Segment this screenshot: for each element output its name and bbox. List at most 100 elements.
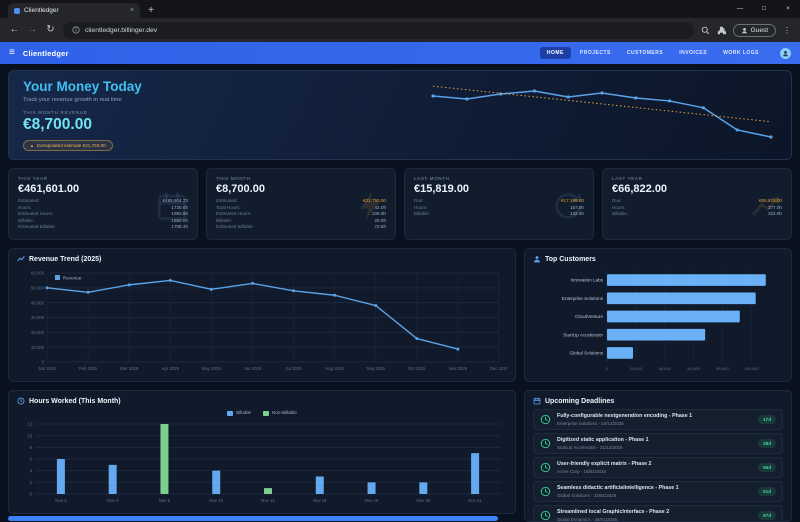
site-info-icon[interactable] — [72, 26, 80, 34]
svg-text:100,000: 100,000 — [744, 366, 759, 371]
hero-banner: Your Money Today Track your revenue grow… — [8, 70, 792, 160]
svg-text:6: 6 — [30, 457, 33, 462]
nav-item-invoices[interactable]: INVOICES — [672, 47, 714, 59]
hero-subtitle: Track your revenue growth in real time — [23, 96, 122, 103]
stat-label: THIS YEAR — [18, 176, 48, 181]
tab-strip: Clientledger × + — □ × — [0, 0, 800, 18]
svg-text:Nov 21: Nov 21 — [468, 498, 482, 503]
svg-text:CloudVenture: CloudVenture — [575, 314, 603, 319]
svg-text:60,000: 60,000 — [687, 366, 700, 371]
stat-detail-row: Estimated Billable: 72.5h — [216, 224, 386, 230]
stat-card-this-month: THIS MONTH €8,700.00 Estimated: €21,750.00 T… — [206, 168, 396, 240]
dashboard-page: Your Money Today Track your revenue grow… — [0, 64, 800, 522]
stat-card-last-year: LAST YEAR €66,822.00 Due: €59,815.00 Hours: 3… — [602, 168, 792, 240]
window-close-button[interactable]: × — [776, 0, 800, 16]
address-bar[interactable]: clientledger.billinger.dev — [63, 21, 694, 39]
clock-icon — [540, 486, 551, 496]
extensions-icon[interactable] — [717, 26, 726, 35]
profile-button[interactable]: Guest — [732, 23, 776, 37]
svg-text:Global Solutions: Global Solutions — [570, 351, 604, 356]
hero-chart — [431, 85, 773, 139]
svg-text:Aug 2025: Aug 2025 — [325, 366, 344, 371]
deadline-title: Fully-configurable nextgeneration encodi… — [557, 413, 693, 419]
search-icon[interactable] — [701, 26, 710, 35]
back-button[interactable]: ← — [9, 25, 20, 35]
browser-tab[interactable]: Clientledger × — [8, 3, 140, 18]
deadline-item[interactable]: Digitized static application - Phase 1 St… — [533, 433, 783, 454]
days-remaining-badge: 17d — [758, 414, 776, 424]
svg-text:Nov 3: Nov 3 — [55, 498, 67, 503]
svg-text:Dec 2025: Dec 2025 — [490, 366, 507, 371]
new-tab-button[interactable]: + — [144, 3, 158, 17]
panel-title: Hours Worked (This Month) — [29, 397, 121, 405]
svg-text:Oct 2025: Oct 2025 — [408, 366, 426, 371]
person-icon — [741, 27, 747, 33]
svg-text:StartUp Accelerator: StartUp Accelerator — [563, 332, 603, 337]
legend-item-billable: Billable — [227, 410, 251, 416]
deadline-meta: StartUp Accelerator - 21/12/2025 — [557, 444, 623, 450]
nav-item-work-logs[interactable]: WORK LOGS — [716, 47, 766, 59]
svg-text:30,000: 30,000 — [31, 315, 45, 320]
tab-title: Clientledger — [24, 7, 59, 14]
browser-chrome: Clientledger × + — □ × ← → ↻ clientledge… — [0, 0, 800, 42]
window-maximize-button[interactable]: □ — [752, 0, 776, 16]
deadline-list: Fully-configurable nextgeneration encodi… — [533, 409, 783, 522]
top-customers-panel: Top Customers 0 20,000 40,000 60,000 80,000 1… — [524, 248, 792, 382]
customers-icon — [534, 256, 540, 263]
nav-item-home[interactable]: HOME — [539, 47, 571, 59]
svg-text:0: 0 — [606, 366, 609, 371]
nav-item-customers[interactable]: CUSTOMERS — [620, 47, 670, 59]
deadline-meta: Digital Dynamics - 29/01/2026 — [557, 516, 618, 522]
deadline-meta: Enterprise Solutions - 10/12/2025 — [557, 420, 624, 426]
user-avatar[interactable] — [780, 47, 791, 59]
svg-text:0: 0 — [30, 492, 33, 497]
reload-button[interactable]: ↻ — [45, 25, 56, 35]
deadline-title: Streamlined local GraphicInterface - Pha… — [557, 509, 670, 515]
days-remaining-badge: 61d — [758, 486, 776, 496]
deadline-title: Digitized static application - Phase 1 — [557, 437, 649, 443]
tab-close-icon[interactable]: × — [130, 7, 134, 14]
svg-text:Jul 2025: Jul 2025 — [285, 366, 302, 371]
clock-icon — [540, 438, 551, 448]
partial-bottom-bar — [8, 516, 498, 521]
deadline-item[interactable]: Seamless didactic artificialintelligence… — [533, 481, 783, 502]
nav-item-projects[interactable]: PROJECTS — [573, 47, 618, 59]
svg-text:Feb 2025: Feb 2025 — [79, 366, 98, 371]
revenue-value: €8,700.00 — [23, 115, 92, 133]
stat-card-this-year: THIS YEAR €461,601.00 Estimated: €465,504.7… — [8, 168, 198, 240]
revenue-trend-panel: Revenue Trend (2025) 0 10,000 20,000 30,000… — [8, 248, 516, 382]
stat-card-last-month: LAST MONTH €15,819.00 Due: €17,199.00 Hours:… — [404, 168, 594, 240]
hours-worked-panel: Hours Worked (This Month) Billable Non-Bi… — [8, 390, 516, 514]
deadline-item[interactable]: User-friendly explicit matrix - Phase 2A… — [533, 457, 783, 478]
stat-detail-row: Estimated Billable: 1708.4h — [18, 224, 188, 230]
deadline-item[interactable]: Fully-configurable nextgeneration encodi… — [533, 409, 783, 430]
app-header: ≡ Clientledger HOME PROJECTS CUSTOMERS INVO… — [0, 42, 800, 64]
up-arrow-icon: ▲ — [30, 142, 34, 148]
clock-icon — [17, 397, 25, 405]
svg-text:20,000: 20,000 — [31, 330, 45, 335]
svg-text:Revenue: Revenue — [63, 276, 82, 281]
deadline-meta: Global Solutions - 23/01/2026 — [557, 492, 617, 498]
svg-text:Mar 2025: Mar 2025 — [120, 366, 139, 371]
person-icon — [782, 50, 789, 56]
menu-kebab-icon[interactable]: ⋮ — [783, 26, 791, 35]
forward-button[interactable]: → — [27, 25, 38, 35]
panel-title: Revenue Trend (2025) — [29, 255, 102, 263]
svg-text:12: 12 — [27, 422, 32, 427]
estimate-badge-text: Extrapolated estimate €21,750.00 — [36, 142, 106, 148]
hours-legend: Billable Non-Billable — [17, 409, 507, 417]
calendar-icon — [533, 397, 541, 405]
stat-label: LAST YEAR — [612, 176, 643, 181]
svg-text:10,000: 10,000 — [31, 345, 45, 350]
deadline-item[interactable]: Streamlined local GraphicInterface - Pha… — [533, 505, 783, 522]
days-remaining-badge: 56d — [758, 462, 776, 472]
top-customers-chart: 0 20,000 40,000 60,000 80,000 100,000 Innovati… — [562, 271, 766, 371]
svg-text:2: 2 — [30, 480, 33, 485]
svg-text:Nov 4: Nov 4 — [107, 498, 119, 503]
site-favicon — [14, 7, 20, 14]
stat-detail-row: Billable: 132.0h — [414, 211, 584, 217]
hamburger-menu-icon[interactable]: ≡ — [9, 48, 15, 58]
window-minimize-button[interactable]: — — [728, 0, 752, 16]
panel-title: Upcoming Deadlines — [545, 397, 615, 405]
svg-text:20,000: 20,000 — [630, 366, 643, 371]
